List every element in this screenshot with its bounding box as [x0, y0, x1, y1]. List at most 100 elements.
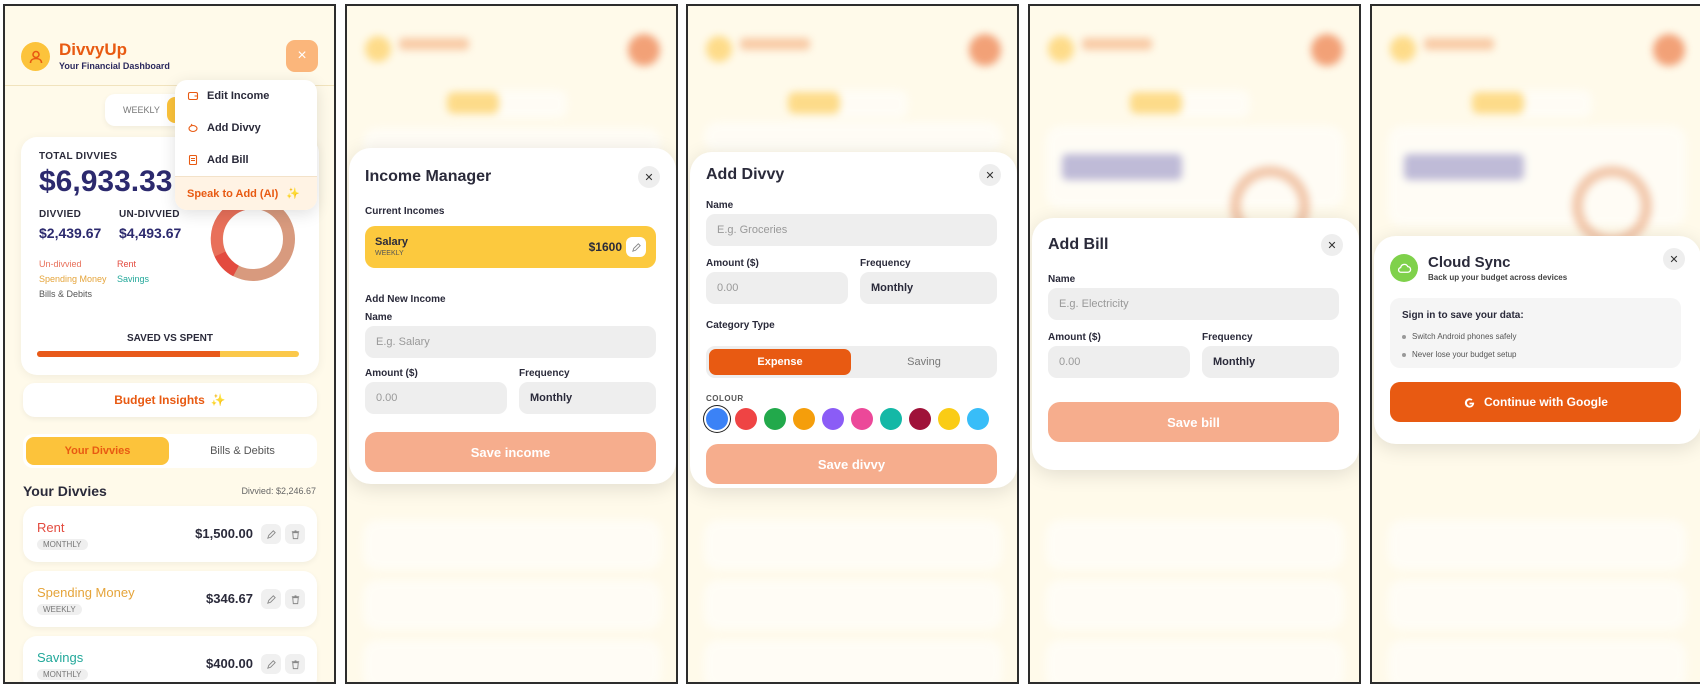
add-bill-modal: Add Bill ✕ Name E.g. Electricity Amount …	[1032, 218, 1359, 470]
divvies-list-title: Your Divvies	[23, 483, 107, 499]
saved-vs-spent-label: SAVED VS SPENT	[127, 333, 213, 344]
income-frequency: WEEKLY	[375, 250, 404, 257]
close-icon[interactable]: ✕	[979, 164, 1001, 186]
undivvied-value: $4,493.67	[119, 225, 182, 241]
divvy-frequency-select[interactable]: Monthly	[860, 272, 997, 304]
edit-pencil-icon[interactable]	[261, 524, 281, 544]
cloud-sync-subtitle: Back up your budget across devices	[1428, 273, 1568, 282]
spent-fill	[37, 351, 221, 357]
edit-pencil-icon[interactable]	[261, 654, 281, 674]
edit-pencil-icon[interactable]	[626, 237, 646, 257]
wallet-icon	[187, 91, 199, 101]
budget-insights-label: Budget Insights	[114, 393, 205, 407]
divvy-frequency-badge: WEEKLY	[37, 604, 82, 615]
sparkle-icon: ✨	[210, 393, 226, 407]
actions-dropdown-menu: Edit Income Add Divvy Add Bill Speak to …	[175, 80, 317, 210]
menu-item-label: Edit Income	[207, 90, 270, 102]
continue-with-google-button[interactable]: Continue with Google	[1390, 382, 1681, 422]
legend-spending-money: Spending Money	[39, 274, 107, 284]
category-expense-option[interactable]: Expense	[709, 349, 851, 375]
colour-swatch[interactable]	[967, 408, 989, 430]
income-item-salary[interactable]: Salary WEEKLY $1600	[365, 226, 656, 268]
budget-insights-button[interactable]: Budget Insights ✨	[23, 383, 317, 417]
app-header: DivvyUp Your Financial Dashboard ×	[5, 6, 334, 86]
saved-vs-spent-bar	[37, 351, 299, 357]
dashboard-screen: DivvyUp Your Financial Dashboard × WEEKL…	[3, 4, 336, 684]
period-weekly-option[interactable]: WEEKLY	[123, 105, 160, 115]
income-manager-screen: Income Manager ✕ Current Incomes Salary …	[345, 4, 678, 684]
menu-item-label: Add Bill	[207, 154, 249, 166]
save-divvy-button[interactable]: Save divvy	[706, 444, 997, 484]
name-label: Name	[706, 200, 734, 211]
trash-icon[interactable]	[285, 654, 305, 674]
name-label: Name	[365, 312, 393, 323]
google-button-label: Continue with Google	[1484, 395, 1608, 409]
divvy-name: Spending Money	[37, 585, 135, 600]
google-icon	[1464, 397, 1475, 408]
divvy-amount: $1,500.00	[195, 526, 253, 541]
menu-item-speak-to-add[interactable]: Speak to Add (AI) ✨	[175, 176, 317, 210]
piggy-icon	[188, 123, 198, 133]
legend-rent: Rent	[117, 259, 137, 269]
divvy-amount-input[interactable]: 0.00	[706, 272, 848, 304]
income-frequency-select[interactable]: Monthly	[519, 382, 656, 414]
legend-undivvied: Un-divvied	[39, 259, 82, 269]
list-item[interactable]: Spending Money WEEKLY $346.67	[23, 571, 317, 627]
amount-label: Amount ($)	[365, 368, 418, 379]
add-divvy-modal: Add Divvy ✕ Name E.g. Groceries Amount (…	[690, 152, 1017, 488]
category-saving-option[interactable]: Saving	[854, 349, 994, 375]
income-name: Salary	[375, 236, 409, 248]
colour-swatch[interactable]	[909, 408, 931, 430]
amount-label: Amount ($)	[706, 258, 759, 269]
close-icon[interactable]: ✕	[638, 166, 660, 188]
menu-item-add-bill[interactable]: Add Bill	[175, 144, 317, 176]
bill-name-input[interactable]: E.g. Electricity	[1048, 288, 1339, 320]
sparkle-icon: ✨	[286, 188, 300, 200]
menu-item-label: Speak to Add (AI)	[187, 187, 279, 200]
cloud-sync-title: Cloud Sync	[1428, 254, 1511, 271]
colour-swatch[interactable]	[880, 408, 902, 430]
bill-frequency-select[interactable]: Monthly	[1202, 346, 1339, 378]
menu-item-edit-income[interactable]: Edit Income	[175, 80, 317, 112]
close-menu-button[interactable]: ×	[286, 40, 318, 72]
colour-swatch[interactable]	[764, 408, 786, 430]
list-item[interactable]: Rent MONTHLY $1,500.00	[23, 506, 317, 562]
colour-swatch[interactable]	[938, 408, 960, 430]
income-amount: $1600	[588, 240, 622, 254]
add-divvy-title: Add Divvy	[706, 166, 785, 183]
save-income-button[interactable]: Save income	[365, 432, 656, 472]
frequency-label: Frequency	[1202, 332, 1253, 343]
close-icon[interactable]: ✕	[1663, 248, 1685, 270]
colour-swatch[interactable]	[851, 408, 873, 430]
list-item[interactable]: Savings MONTHLY $400.00	[23, 636, 317, 682]
colour-swatch[interactable]	[735, 408, 757, 430]
tab-bills-debits[interactable]: Bills & Debits	[171, 437, 314, 465]
bill-amount-input[interactable]: 0.00	[1048, 346, 1190, 378]
category-type-label: Category Type	[706, 320, 775, 331]
divvied-total-meta: Divvied: $2,246.67	[241, 486, 316, 496]
receipt-icon	[188, 154, 198, 166]
save-bill-button[interactable]: Save bill	[1048, 402, 1339, 442]
divvied-label: DIVVIED	[39, 209, 82, 220]
divvy-frequency-badge: MONTHLY	[37, 669, 88, 680]
income-amount-input[interactable]: 0.00	[365, 382, 507, 414]
divvy-amount: $346.67	[206, 591, 253, 606]
menu-item-add-divvy[interactable]: Add Divvy	[175, 112, 317, 144]
app-subtitle: Your Financial Dashboard	[59, 61, 170, 71]
add-bill-title: Add Bill	[1048, 236, 1109, 253]
colour-swatch[interactable]	[706, 408, 728, 430]
colour-swatch[interactable]	[822, 408, 844, 430]
trash-icon[interactable]	[285, 524, 305, 544]
divvy-name: Savings	[37, 650, 84, 665]
close-icon[interactable]: ✕	[1321, 234, 1343, 256]
divvy-name: Rent	[37, 520, 65, 535]
income-manager-title: Income Manager	[365, 168, 492, 185]
edit-pencil-icon[interactable]	[261, 589, 281, 609]
divvy-amount: $400.00	[206, 656, 253, 671]
income-name-input[interactable]: E.g. Salary	[365, 326, 656, 358]
tab-your-divvies[interactable]: Your Divvies	[26, 437, 169, 465]
user-avatar-icon	[21, 42, 50, 71]
divvy-name-input[interactable]: E.g. Groceries	[706, 214, 997, 246]
colour-swatch[interactable]	[793, 408, 815, 430]
trash-icon[interactable]	[285, 589, 305, 609]
